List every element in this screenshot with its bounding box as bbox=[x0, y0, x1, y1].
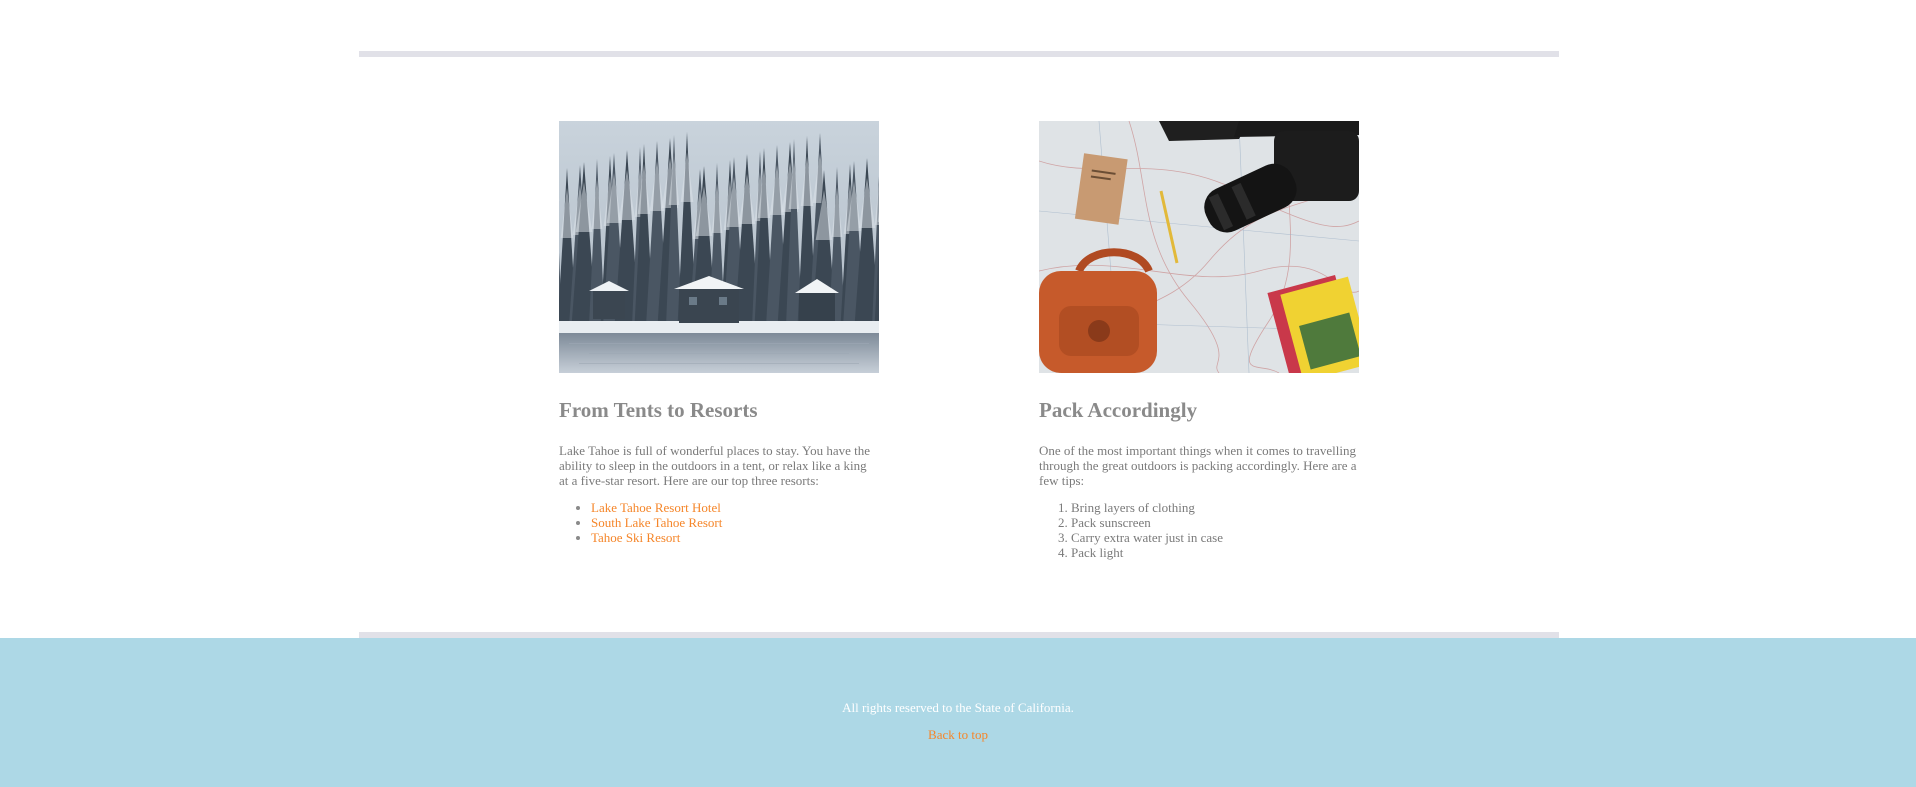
list-item: Carry extra water just in case bbox=[1071, 530, 1359, 545]
snowy-lake-cabins-image bbox=[559, 121, 879, 373]
list-item: Bring layers of clothing bbox=[1071, 500, 1359, 515]
top-divider bbox=[359, 51, 1559, 57]
page: From Tents to Resorts Lake Tahoe is full… bbox=[0, 0, 1916, 787]
article-title: Pack Accordingly bbox=[1039, 398, 1198, 422]
list-item: Pack light bbox=[1071, 545, 1359, 560]
footer: All rights reserved to the State of Cali… bbox=[0, 638, 1916, 787]
list-item: Tahoe Ski Resort bbox=[591, 530, 879, 545]
article-packing: Pack Accordingly One of the most importa… bbox=[1039, 121, 1359, 560]
article-resorts: From Tents to Resorts Lake Tahoe is full… bbox=[559, 121, 879, 545]
article-body: Lake Tahoe is full of wonderful places t… bbox=[559, 443, 871, 488]
list-item: Lake Tahoe Resort Hotel bbox=[591, 500, 879, 515]
back-to-top-link[interactable]: Back to top bbox=[928, 727, 988, 742]
back-to-top: Back to top bbox=[0, 727, 1916, 743]
list-item: Pack sunscreen bbox=[1071, 515, 1359, 530]
list-item: South Lake Tahoe Resort bbox=[591, 515, 879, 530]
article-title: From Tents to Resorts bbox=[559, 398, 758, 422]
resort-link-tahoe-ski-resort[interactable]: Tahoe Ski Resort bbox=[591, 530, 680, 545]
resort-list: Lake Tahoe Resort Hotel South Lake Tahoe… bbox=[559, 500, 879, 545]
map-camera-backpack-image bbox=[1039, 121, 1359, 373]
packing-tips-list: Bring layers of clothing Pack sunscreen … bbox=[1039, 500, 1359, 560]
article-body: One of the most important things when it… bbox=[1039, 443, 1357, 488]
resort-link-south-lake-tahoe-resort[interactable]: South Lake Tahoe Resort bbox=[591, 515, 722, 530]
resort-link-lake-tahoe-resort-hotel[interactable]: Lake Tahoe Resort Hotel bbox=[591, 500, 721, 515]
copyright-text: All rights reserved to the State of Cali… bbox=[842, 700, 1074, 715]
